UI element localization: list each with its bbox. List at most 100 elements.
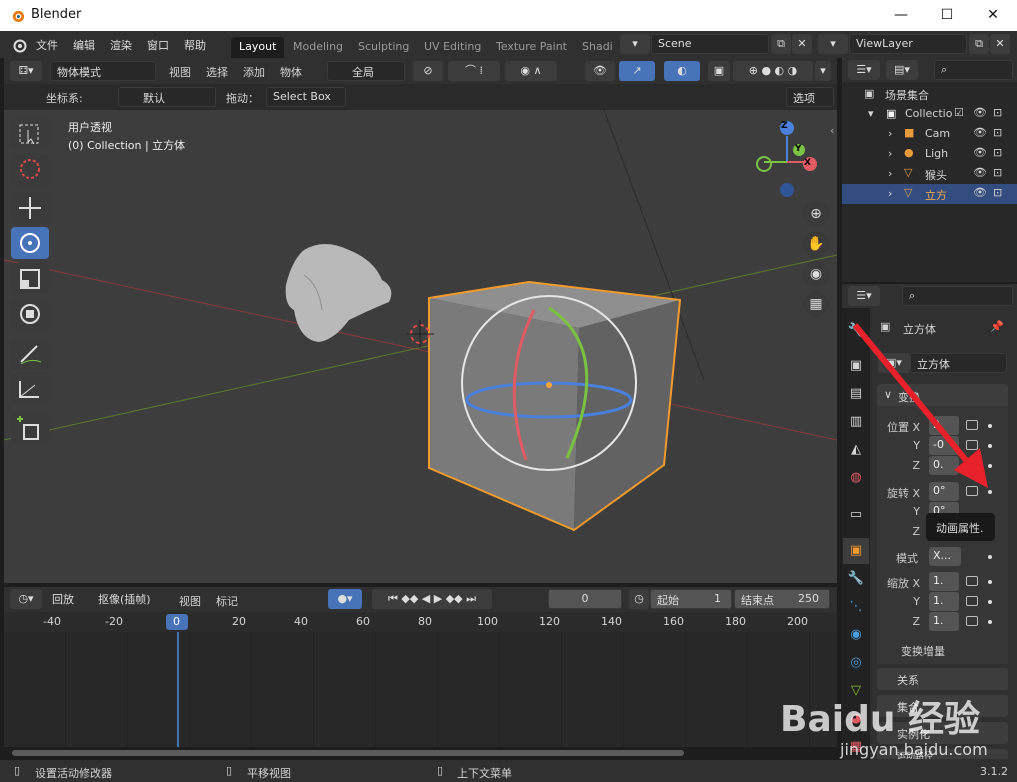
outliner-item-selected[interactable]: › ▽ 立方 👁 ⊡ bbox=[842, 184, 1017, 204]
select-box-tool-icon[interactable] bbox=[11, 118, 49, 150]
collection-tab-icon[interactable]: ▭ bbox=[843, 502, 869, 528]
viewport-menu-object[interactable]: 物体 bbox=[280, 64, 302, 80]
render-camera-icon[interactable]: ⊡ bbox=[993, 126, 1002, 139]
visibility-icon[interactable]: 👁 bbox=[585, 61, 615, 81]
monkey-mesh[interactable] bbox=[285, 244, 392, 342]
sidebar-toggle-icon[interactable]: ‹ bbox=[830, 124, 834, 137]
tab-modeling[interactable]: Modeling bbox=[285, 37, 351, 58]
outliner-item[interactable]: › ● Ligh 👁 ⊡ bbox=[842, 144, 1017, 164]
auto-keying-icon[interactable]: ●▾ bbox=[328, 589, 362, 609]
frame-end-field[interactable]: 结束点 250 bbox=[734, 589, 830, 609]
cube-mesh[interactable] bbox=[428, 280, 682, 532]
render-camera-icon[interactable]: ⊡ bbox=[993, 186, 1002, 199]
eye-icon[interactable]: 👁 bbox=[973, 106, 987, 119]
copy-viewlayer-icon[interactable]: ⧉ bbox=[969, 34, 989, 54]
lock-icon[interactable] bbox=[966, 596, 978, 606]
outliner-item[interactable]: › ▽ 猴头 👁 ⊡ bbox=[842, 164, 1017, 184]
timeline-marker-menu[interactable]: 标记 bbox=[216, 593, 238, 609]
tab-uv-editing[interactable]: UV Editing bbox=[416, 37, 489, 58]
scale-x-field[interactable]: 1. bbox=[929, 572, 959, 591]
viewlayer-selector-icon[interactable]: ▾ bbox=[818, 34, 848, 54]
render-camera-icon[interactable]: ⊡ bbox=[993, 166, 1002, 179]
eye-icon[interactable]: 👁 bbox=[973, 166, 987, 179]
scale-y-field[interactable]: 1. bbox=[929, 592, 959, 611]
render-camera-icon[interactable]: ⊡ bbox=[993, 146, 1002, 159]
camera-view-icon[interactable]: ◉ bbox=[803, 261, 829, 287]
scale-z-field[interactable]: 1. bbox=[929, 612, 959, 631]
pan-hand-icon[interactable]: ✋ bbox=[803, 231, 829, 257]
scene-selector-icon[interactable]: ▾ bbox=[620, 34, 650, 54]
outliner-item[interactable]: ▾ ▣ Collectio ☑ 👁 ⊡ bbox=[842, 104, 1017, 124]
coordinate-select[interactable]: 默认 bbox=[118, 87, 216, 107]
delta-transform-subpanel[interactable]: 变换增量 bbox=[885, 643, 1005, 661]
eye-icon[interactable]: 👁 bbox=[973, 186, 987, 199]
rotate-tool-icon[interactable] bbox=[11, 227, 49, 259]
menu-file[interactable]: 文件 bbox=[36, 37, 58, 53]
timeline-area[interactable] bbox=[4, 632, 837, 747]
outliner-editor-icon[interactable]: ☰▾ bbox=[848, 60, 880, 80]
playback-controls-icon[interactable]: ⏮ ◆◆ ◀ ▶ ◆◆ ⏭ bbox=[372, 589, 492, 609]
tab-shading[interactable]: Shadi bbox=[574, 37, 614, 58]
playback-menu[interactable]: 回放 bbox=[46, 589, 92, 609]
properties-editor-icon[interactable]: ☰▾ bbox=[848, 286, 880, 306]
cursor-tool-icon[interactable] bbox=[11, 153, 49, 185]
snap-icon[interactable]: ⌒ ⁞ bbox=[448, 61, 500, 81]
measure-tool-icon[interactable] bbox=[11, 373, 49, 405]
keyframe-dot-icon[interactable] bbox=[988, 600, 992, 604]
keyframe-dot-icon[interactable] bbox=[988, 555, 992, 559]
timeline-editor-icon[interactable]: ◷▾ bbox=[10, 589, 42, 609]
blender-menu-icon[interactable] bbox=[11, 37, 27, 53]
annotate-tool-icon[interactable] bbox=[11, 338, 49, 370]
timeline-view-menu[interactable]: 视图 bbox=[179, 593, 201, 609]
ortho-grid-icon[interactable]: ▦ bbox=[803, 291, 829, 317]
add-cube-tool-icon[interactable] bbox=[11, 413, 49, 445]
close-button[interactable]: ✕ bbox=[970, 0, 1016, 31]
render-camera-icon[interactable]: ⊡ bbox=[993, 106, 1002, 119]
copy-scene-icon[interactable]: ⧉ bbox=[771, 34, 791, 54]
modifiers-tab-icon[interactable]: 🔧 bbox=[843, 566, 869, 592]
gizmo-toggle-icon[interactable]: ↗ bbox=[619, 61, 655, 81]
keyframe-dot-icon[interactable] bbox=[988, 620, 992, 624]
checkbox-icon[interactable]: ☑ bbox=[954, 106, 964, 119]
maximize-button[interactable]: ☐ bbox=[924, 0, 970, 31]
viewport-menu-add[interactable]: 添加 bbox=[243, 64, 265, 80]
constraints-tab-icon[interactable]: ◎ bbox=[843, 650, 869, 676]
timeline-ruler[interactable]: -40 -20 0 20 40 60 80 100 120 140 160 18… bbox=[4, 612, 837, 632]
clock-icon[interactable]: ◷ bbox=[629, 589, 649, 609]
relations-panel[interactable]: 关系 bbox=[877, 668, 1008, 690]
display-mode-icon[interactable]: ▤▾ bbox=[886, 60, 918, 80]
particles-tab-icon[interactable]: ⋱ bbox=[843, 594, 869, 620]
menu-help[interactable]: 帮助 bbox=[184, 37, 206, 53]
proportional-edit-icon[interactable]: ◉ ∧ bbox=[505, 61, 557, 81]
delete-scene-icon[interactable]: ✕ bbox=[792, 34, 812, 54]
lock-icon[interactable] bbox=[966, 576, 978, 586]
eye-icon[interactable]: 👁 bbox=[973, 146, 987, 159]
editor-type-icon[interactable]: ⚃▾ bbox=[10, 61, 42, 81]
zoom-icon[interactable]: ⊕ bbox=[803, 201, 829, 227]
overlay-toggle-icon[interactable]: ◐ bbox=[664, 61, 700, 81]
outliner-search-input[interactable]: ⌕ bbox=[934, 60, 1013, 80]
viewport-menu-select[interactable]: 选择 bbox=[206, 64, 228, 80]
lock-icon[interactable] bbox=[966, 616, 978, 626]
transform-tool-icon[interactable] bbox=[11, 298, 49, 330]
outliner-scene-collection[interactable]: ▣ 场景集合 bbox=[842, 84, 1017, 104]
drag-select[interactable]: Select Box bbox=[266, 87, 346, 107]
menu-edit[interactable]: 编辑 bbox=[73, 37, 95, 53]
menu-render[interactable]: 渲染 bbox=[110, 37, 132, 53]
options-button[interactable]: 选项 bbox=[786, 87, 834, 107]
object-tab-icon[interactable]: ▣ bbox=[843, 538, 869, 564]
pivot-icon[interactable]: ⊘ bbox=[413, 61, 443, 81]
tab-layout[interactable]: Layout bbox=[231, 37, 285, 58]
mode-select[interactable]: 物体模式 bbox=[50, 61, 156, 81]
xray-icon[interactable]: ▣ bbox=[708, 61, 730, 81]
shading-options-icon[interactable]: ▾ bbox=[815, 61, 831, 81]
keying-menu[interactable]: 抠像(插帧) bbox=[92, 589, 170, 609]
minimize-button[interactable]: — bbox=[878, 0, 924, 31]
move-tool-icon[interactable] bbox=[11, 192, 49, 224]
eye-icon[interactable]: 👁 bbox=[973, 126, 987, 139]
scene-field[interactable]: Scene bbox=[651, 34, 769, 54]
scale-tool-icon[interactable] bbox=[11, 263, 49, 295]
3d-viewport[interactable]: Z Y X 用户透视 (0) Collection | 立方体 ⊕ ✋ ◉ ▦ … bbox=[4, 110, 837, 583]
physics-tab-icon[interactable]: ◉ bbox=[843, 622, 869, 648]
rotation-mode-select[interactable]: X... bbox=[929, 547, 961, 566]
